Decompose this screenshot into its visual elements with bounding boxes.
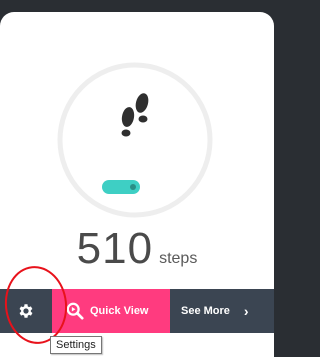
step-count: 510 xyxy=(76,224,154,273)
see-more-button[interactable]: See More › xyxy=(170,289,274,333)
magnifier-icon xyxy=(66,302,84,320)
gear-icon xyxy=(19,304,33,318)
action-bar: Quick View See More › xyxy=(0,289,274,333)
quick-view-button[interactable]: Quick View xyxy=(52,289,170,333)
see-more-label: See More xyxy=(181,305,230,317)
step-unit: steps xyxy=(159,250,198,267)
quick-view-label: Quick View xyxy=(90,305,149,317)
footsteps-icon xyxy=(121,93,149,137)
progress-indicator xyxy=(102,180,140,194)
chevron-right-icon: › xyxy=(243,303,249,319)
settings-button[interactable] xyxy=(0,289,52,333)
settings-tooltip: Settings xyxy=(50,336,102,354)
step-readout: 510 steps xyxy=(0,224,274,274)
widget-stage: 510 steps Quick View See More › Settings xyxy=(0,0,274,357)
